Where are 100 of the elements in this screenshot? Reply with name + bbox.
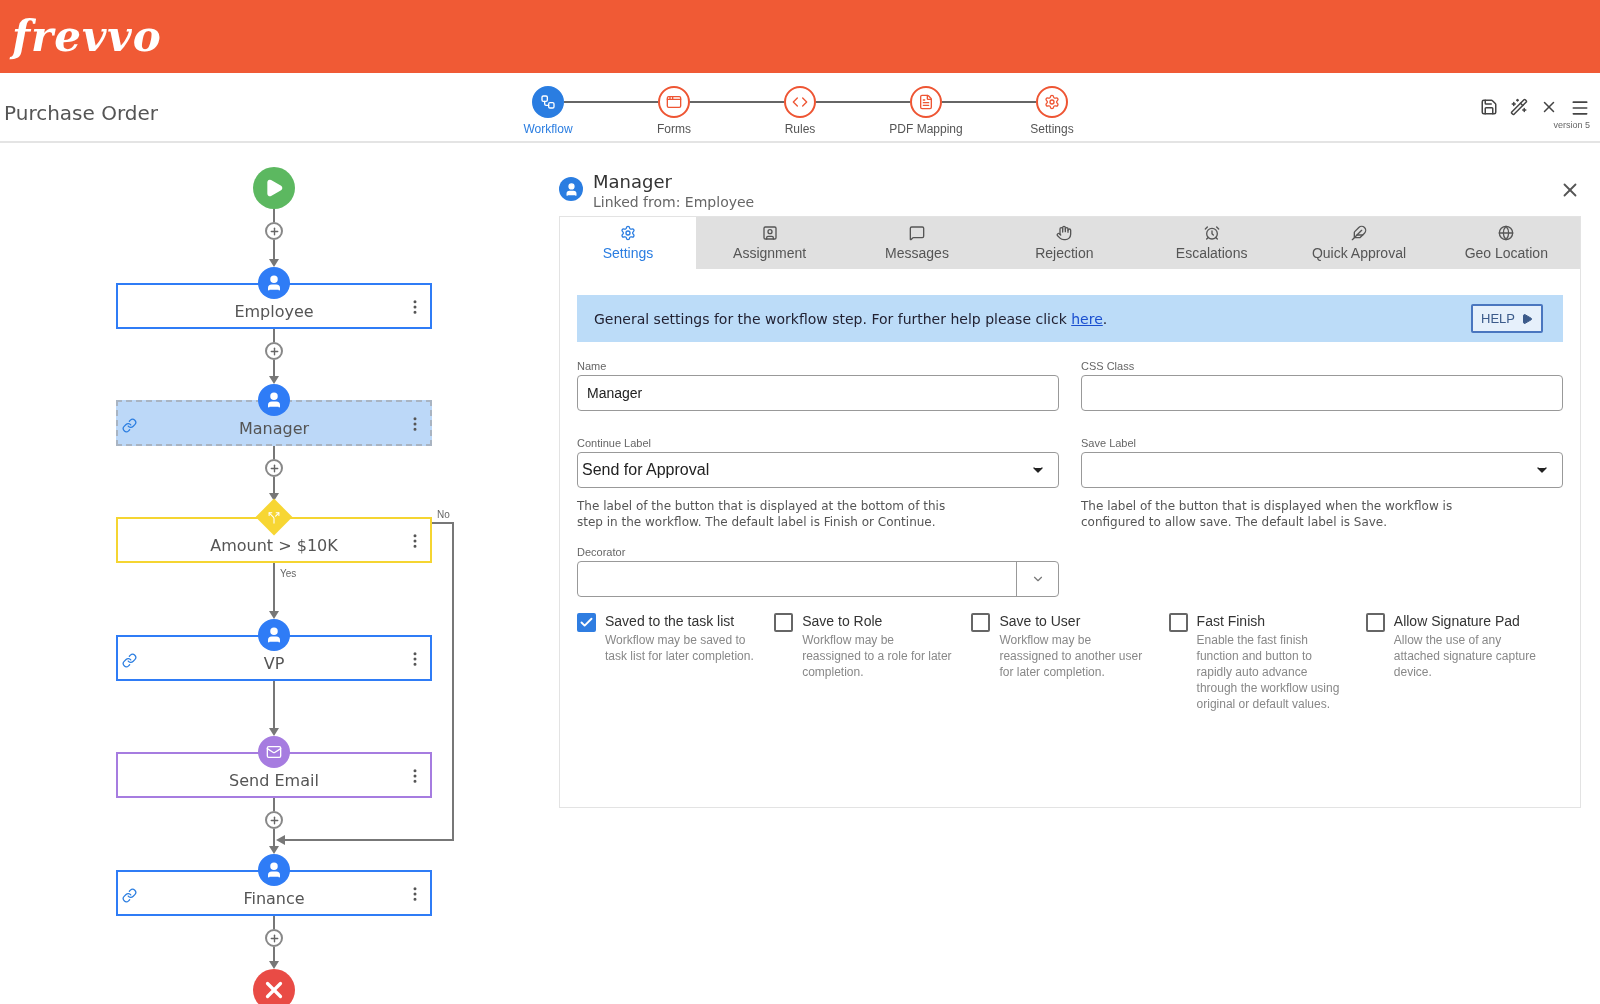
tab-icon bbox=[1498, 225, 1515, 241]
add-step-button[interactable] bbox=[265, 222, 283, 240]
plus-icon bbox=[268, 932, 280, 944]
link-icon bbox=[122, 888, 137, 903]
step-icon bbox=[1044, 94, 1060, 110]
connector-line bbox=[273, 915, 275, 930]
user-icon bbox=[258, 267, 290, 299]
wand-button[interactable] bbox=[1510, 98, 1528, 118]
play-icon bbox=[1521, 312, 1533, 325]
option-description: Workflow may be reassigned to a role for later completion. bbox=[802, 632, 953, 680]
combo-field[interactable] bbox=[577, 561, 1059, 597]
option-description: Workflow may be saved to task list for later completion. bbox=[605, 632, 755, 664]
workflow-step[interactable]: Employee bbox=[116, 283, 432, 329]
option-label: Saved to the task list bbox=[605, 613, 736, 629]
step-icon bbox=[918, 94, 934, 110]
option-label: Allow Signature Pad bbox=[1393, 613, 1521, 629]
step-label: Send Email bbox=[229, 770, 319, 790]
add-step-button[interactable] bbox=[265, 342, 283, 360]
step-tab[interactable]: Forms bbox=[634, 86, 714, 136]
option-label: Save to User bbox=[999, 613, 1082, 629]
panel-title: Manager bbox=[593, 171, 673, 192]
help-link[interactable]: here bbox=[1071, 310, 1103, 327]
user-icon bbox=[258, 854, 290, 886]
step-icon bbox=[666, 94, 682, 110]
add-step-button[interactable] bbox=[265, 811, 283, 829]
field-label: CSS Class bbox=[1081, 360, 1136, 372]
panel-subtitle: Linked from: Employee bbox=[593, 194, 755, 210]
tab-icon bbox=[620, 225, 636, 241]
help-button[interactable]: HELP bbox=[1471, 304, 1543, 333]
step-label: Finance bbox=[243, 888, 305, 908]
menu-button[interactable] bbox=[1570, 98, 1590, 118]
play-icon bbox=[264, 178, 284, 198]
step-label: Manager bbox=[238, 418, 310, 438]
step-label: Employee bbox=[234, 301, 314, 321]
tab[interactable]: Assignment bbox=[696, 217, 844, 269]
connector-arrow bbox=[269, 946, 279, 969]
workflow-step[interactable]: Manager bbox=[116, 400, 432, 446]
branch-label: Yes bbox=[280, 568, 297, 579]
connector-arrow bbox=[269, 359, 279, 384]
step-label: Amount > $10K bbox=[210, 535, 338, 555]
user-icon bbox=[258, 384, 290, 416]
tab[interactable]: Escalations bbox=[1138, 217, 1286, 269]
link-icon bbox=[122, 418, 137, 433]
step-tab[interactable]: PDF Mapping bbox=[886, 86, 966, 136]
option-label: Save to Role bbox=[802, 613, 884, 629]
option-description: Allow the use of any attached signature capture device. bbox=[1393, 632, 1537, 680]
workflow-step[interactable]: Amount > $10K bbox=[116, 517, 432, 563]
checkbox[interactable] bbox=[577, 613, 596, 632]
select-field[interactable] bbox=[1081, 452, 1563, 488]
save-button[interactable] bbox=[1480, 98, 1498, 118]
tab-icon bbox=[761, 225, 778, 241]
plus-icon bbox=[268, 225, 280, 237]
workflow-step[interactable]: Send Email bbox=[116, 752, 432, 798]
option-description: Workflow may be reassigned to another user for later completion. bbox=[999, 632, 1144, 680]
connector-line bbox=[273, 445, 275, 460]
form-title: Purchase Order bbox=[4, 101, 158, 125]
branch-label: No bbox=[437, 509, 450, 520]
tab[interactable]: Quick Approval bbox=[1285, 217, 1433, 269]
checkbox[interactable] bbox=[1168, 613, 1188, 632]
tab[interactable]: Messages bbox=[843, 217, 991, 269]
tab[interactable]: Geo Location bbox=[1432, 217, 1580, 269]
input-field[interactable]: Manager bbox=[577, 375, 1059, 411]
connector-arrow bbox=[269, 239, 279, 267]
step-label: VP bbox=[263, 653, 285, 673]
select-field[interactable]: Send for Approval bbox=[577, 452, 1059, 488]
tab-icon bbox=[1056, 225, 1073, 241]
option-label: Fast Finish bbox=[1196, 613, 1267, 629]
workflow-step[interactable]: VP bbox=[116, 635, 432, 681]
plus-icon bbox=[268, 462, 280, 474]
connector-arrow bbox=[269, 476, 279, 501]
workflow-step[interactable]: Finance bbox=[116, 870, 432, 916]
user-icon bbox=[258, 619, 290, 651]
tab-icon bbox=[1350, 225, 1367, 241]
step-tab[interactable]: Settings bbox=[1012, 86, 1092, 136]
add-step-button[interactable] bbox=[265, 459, 283, 477]
connector-line bbox=[273, 328, 275, 343]
plus-icon bbox=[268, 345, 280, 357]
plus-icon bbox=[268, 814, 280, 826]
tab[interactable]: Settings bbox=[560, 217, 696, 269]
step-icon bbox=[540, 94, 556, 110]
input-field[interactable] bbox=[1081, 375, 1563, 411]
step-tab[interactable]: Rules bbox=[760, 86, 840, 136]
checkbox[interactable] bbox=[1365, 613, 1385, 632]
field-label: Continue Label bbox=[577, 437, 652, 449]
user-icon bbox=[559, 177, 583, 201]
help-text: The label of the button that is displayed at the bottom of this step in the workflow. The default label is Finish or Continue. bbox=[577, 498, 947, 530]
step-icon bbox=[792, 94, 808, 110]
help-text: The label of the button that is displayed when the workflow is configured to allow save. The default label is Save. bbox=[1081, 498, 1454, 530]
tab-icon bbox=[1203, 225, 1220, 241]
option-description: Enable the fast finish function and button to rapidly auto advance through the workflow using original or default values. bbox=[1196, 632, 1341, 712]
connector-line bbox=[273, 797, 275, 812]
tab[interactable]: Rejection bbox=[990, 217, 1138, 269]
email-icon bbox=[258, 736, 290, 768]
link-icon bbox=[122, 653, 137, 668]
checkbox[interactable] bbox=[774, 613, 794, 632]
field-label: Save Label bbox=[1081, 437, 1138, 449]
add-step-button[interactable] bbox=[265, 929, 283, 947]
step-tab[interactable]: Workflow bbox=[508, 86, 588, 136]
checkbox[interactable] bbox=[971, 613, 991, 632]
connector-line bbox=[273, 208, 275, 223]
